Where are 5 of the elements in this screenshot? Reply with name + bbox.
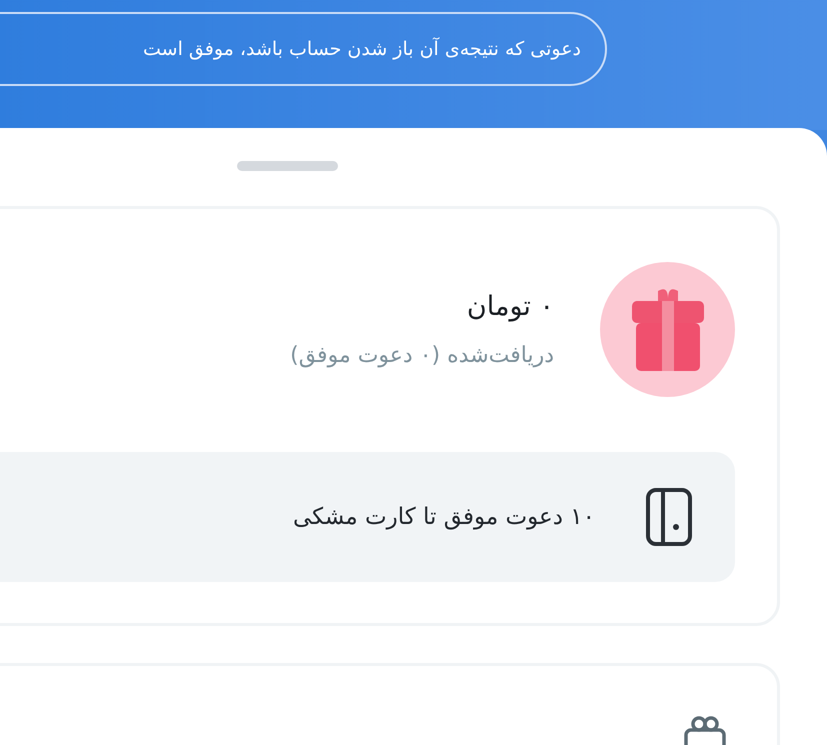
- milestone-text: ۱۰ دعوت موفق تا کارت مشکی: [293, 502, 595, 532]
- info-banner: دعوتی که نتیجه‌ی آن باز شدن حساب باشد، موفق است: [0, 12, 607, 86]
- reward-subtitle: دریافت‌شده (۰ دعوت موفق): [290, 342, 554, 370]
- reward-amount: ۰ تومان: [466, 290, 554, 324]
- card-icon: [645, 487, 693, 547]
